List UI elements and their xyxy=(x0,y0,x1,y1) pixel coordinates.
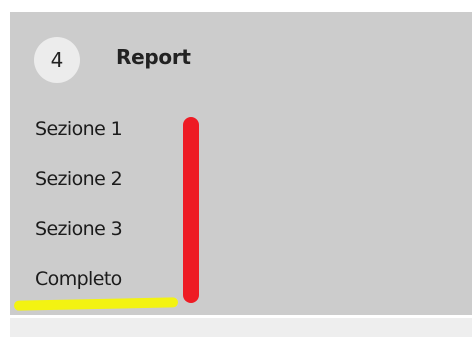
step-number-badge: 4 xyxy=(34,37,80,83)
menu-item-sezione-2[interactable]: Sezione 2 xyxy=(35,163,123,213)
panel-bottom-strip xyxy=(10,318,472,337)
report-header-label[interactable]: Report xyxy=(116,45,191,69)
red-vertical-highlight-mark xyxy=(183,117,199,303)
step-number: 4 xyxy=(50,48,64,72)
report-section-menu: Sezione 1 Sezione 2 Sezione 3 Completo xyxy=(35,113,123,313)
menu-item-sezione-3[interactable]: Sezione 3 xyxy=(35,213,123,263)
menu-item-sezione-1[interactable]: Sezione 1 xyxy=(35,113,123,163)
